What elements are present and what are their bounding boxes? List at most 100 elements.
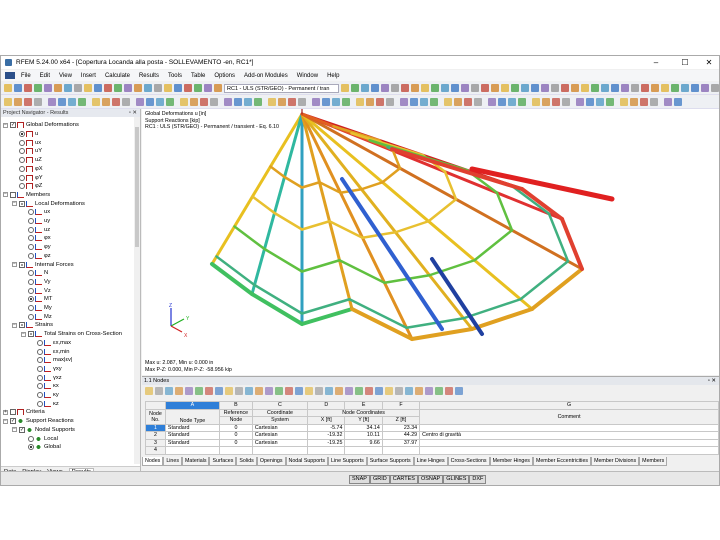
table-toolbar-button[interactable] <box>175 387 183 395</box>
table-toolbar-button[interactable] <box>185 387 193 395</box>
toolbar-button[interactable] <box>541 84 549 92</box>
tree-item[interactable]: − Internal Forces <box>12 260 74 269</box>
checkbox[interactable] <box>10 191 16 198</box>
toolbar-button[interactable] <box>454 98 462 106</box>
tab-member-divisions[interactable]: Member Divisions <box>591 457 640 466</box>
checkbox[interactable] <box>19 322 25 329</box>
cell-cs[interactable] <box>251 446 309 455</box>
table-toolbar-button[interactable] <box>215 387 223 395</box>
radio-button[interactable] <box>19 157 25 164</box>
toolbar-button[interactable] <box>146 98 154 106</box>
toolbar-button[interactable] <box>441 84 449 92</box>
toolbar-button[interactable] <box>104 84 112 92</box>
toolbar-button[interactable] <box>532 98 540 106</box>
navigator-pin-close[interactable]: ▫ ✕ <box>129 109 137 117</box>
toolbar-button[interactable] <box>631 84 639 92</box>
tree-item[interactable]: γxz <box>30 373 62 382</box>
table-row[interactable]: 3 Standard 0 Cartesian -19.25 9.66 37.97 <box>145 438 719 447</box>
toolbar-button[interactable] <box>34 84 42 92</box>
tree-item[interactable]: ux <box>21 208 50 217</box>
toolbar-button[interactable] <box>14 98 22 106</box>
toolbar-button[interactable] <box>166 98 174 106</box>
toolbar-button[interactable] <box>54 84 62 92</box>
toolbar-button[interactable] <box>190 98 198 106</box>
toolbar-button[interactable] <box>342 98 350 106</box>
tree-item[interactable]: Local <box>21 434 58 443</box>
cell-comment[interactable] <box>419 438 719 447</box>
toolbar-button[interactable] <box>24 84 32 92</box>
toolbar-button[interactable] <box>431 84 439 92</box>
radio-button[interactable] <box>28 270 34 277</box>
toolbar-button[interactable] <box>481 84 489 92</box>
toolbar-button[interactable] <box>366 98 374 106</box>
tree-item[interactable]: − Strains <box>12 321 53 330</box>
table-toolbar-button[interactable] <box>225 387 233 395</box>
toolbar-button[interactable] <box>401 84 409 92</box>
table-toolbar-button[interactable] <box>305 387 313 395</box>
radio-button[interactable] <box>19 131 25 138</box>
toolbar-button[interactable] <box>444 98 452 106</box>
radio-button[interactable] <box>19 165 25 172</box>
radio-button[interactable] <box>37 357 43 364</box>
toolbar-button[interactable] <box>341 84 349 92</box>
radio-button[interactable] <box>37 348 43 355</box>
checkbox[interactable] <box>28 331 34 338</box>
tree-item[interactable]: − Local Deformations <box>12 199 85 208</box>
table-toolbar-button[interactable] <box>345 387 353 395</box>
radio-button[interactable] <box>37 383 43 390</box>
tree-item[interactable]: κy <box>30 391 59 400</box>
toolbar-button[interactable] <box>521 84 529 92</box>
toolbar-button[interactable] <box>586 98 594 106</box>
tab-lines[interactable]: Lines <box>163 457 182 466</box>
toolbar-button[interactable] <box>210 98 218 106</box>
column-letter[interactable]: G <box>419 401 719 410</box>
toolbar-button[interactable] <box>288 98 296 106</box>
status-cartes[interactable]: CARTES <box>389 475 418 484</box>
collapse-icon[interactable]: − <box>3 192 8 198</box>
tree-item[interactable]: φy <box>21 243 51 252</box>
load-case-select[interactable]: RC1 - ULS (STR/GEO) - Permanent / tran <box>224 83 339 93</box>
table-row[interactable]: 1 Standard 0 Cartesian -5.74 34.14 23.34 <box>145 423 719 432</box>
cell-ref[interactable]: 0 <box>218 431 253 440</box>
app-menu-icon[interactable] <box>5 72 15 79</box>
toolbar-button[interactable] <box>650 98 658 106</box>
radio-button[interactable] <box>19 183 25 190</box>
toolbar-button[interactable] <box>244 98 252 106</box>
cell-y[interactable] <box>344 446 383 455</box>
toolbar-button[interactable] <box>420 98 428 106</box>
table-pin-close[interactable]: ▫ ✕ <box>708 377 716 385</box>
cell-ref[interactable]: 0 <box>218 438 253 447</box>
menu-window[interactable]: Window <box>297 73 318 79</box>
toolbar-button[interactable] <box>74 84 82 92</box>
toolbar-button[interactable] <box>461 84 469 92</box>
toolbar-button[interactable] <box>278 98 286 106</box>
status-dxf[interactable]: DXF <box>469 475 487 484</box>
menu-add-on-modules[interactable]: Add-on Modules <box>244 73 288 79</box>
menu-view[interactable]: View <box>59 73 72 79</box>
radio-button[interactable] <box>28 252 34 259</box>
toolbar-button[interactable] <box>64 84 72 92</box>
toolbar-button[interactable] <box>200 98 208 106</box>
table-toolbar-button[interactable] <box>325 387 333 395</box>
collapse-icon[interactable]: − <box>21 331 26 337</box>
radio-button[interactable] <box>28 278 34 285</box>
radio-button[interactable] <box>37 339 43 346</box>
row-number[interactable]: 3 <box>145 438 166 447</box>
toolbar-button[interactable] <box>156 98 164 106</box>
menu-file[interactable]: File <box>21 73 31 79</box>
toolbar-button[interactable] <box>576 98 584 106</box>
toolbar-button[interactable] <box>204 84 212 92</box>
toolbar-button[interactable] <box>34 98 42 106</box>
tree-item[interactable]: − Members <box>3 191 50 200</box>
toolbar-button[interactable] <box>581 84 589 92</box>
radio-button[interactable] <box>28 287 34 294</box>
table-toolbar-button[interactable] <box>435 387 443 395</box>
toolbar-button[interactable] <box>630 98 638 106</box>
toolbar-button[interactable] <box>501 84 509 92</box>
status-glines[interactable]: GLINES <box>443 475 470 484</box>
tree-item[interactable]: N <box>21 269 48 278</box>
toolbar-button[interactable] <box>664 98 672 106</box>
toolbar-button[interactable] <box>351 84 359 92</box>
status-snap[interactable]: SNAP <box>349 475 370 484</box>
toolbar-button[interactable] <box>154 84 162 92</box>
